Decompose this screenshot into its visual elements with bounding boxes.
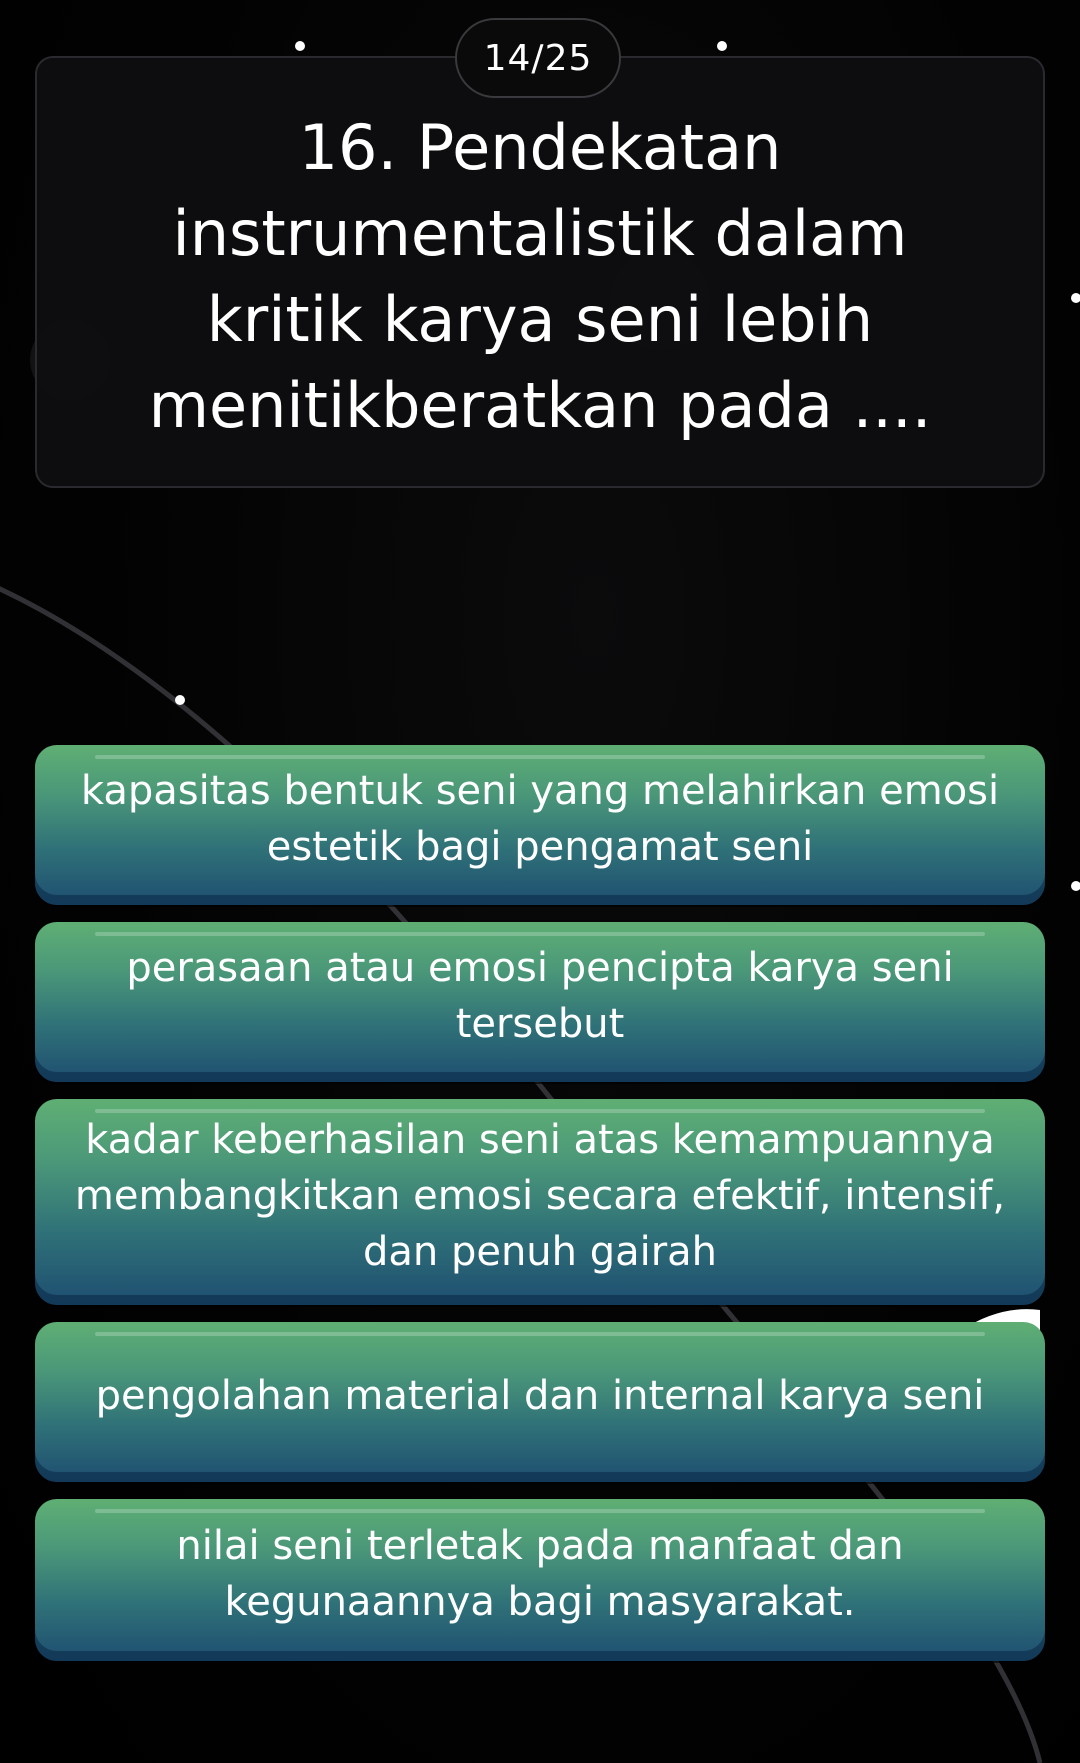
- question-text: 16. Pendekatan instrumentalistik dalam k…: [148, 111, 932, 442]
- answer-option-label: kadar keberhasilan seni atas kemampuanny…: [74, 1117, 1006, 1275]
- answer-option-2[interactable]: perasaan atau emosi pencipta karya seni …: [35, 922, 1045, 1082]
- star-dot: [1071, 881, 1080, 891]
- star-dot: [295, 41, 305, 51]
- answer-option-3[interactable]: kadar keberhasilan seni atas kemampuanny…: [35, 1099, 1045, 1305]
- star-dot: [175, 695, 185, 705]
- question-counter-label: 14/25: [483, 37, 593, 79]
- quiz-screen: 14/25 16. Pendekatan instrumentalistik d…: [0, 0, 1080, 1763]
- answer-option-label: kapasitas bentuk seni yang melahirkan em…: [80, 768, 1000, 870]
- star-dot: [1071, 293, 1080, 303]
- question-counter: 14/25: [455, 18, 621, 98]
- answer-option-1[interactable]: kapasitas bentuk seni yang melahirkan em…: [35, 745, 1045, 905]
- answer-option-label: perasaan atau emosi pencipta karya seni …: [126, 945, 954, 1047]
- answer-list: kapasitas bentuk seni yang melahirkan em…: [35, 745, 1045, 1678]
- question-card: 16. Pendekatan instrumentalistik dalam k…: [35, 56, 1045, 488]
- answer-option-4[interactable]: pengolahan material dan internal karya s…: [35, 1322, 1045, 1482]
- answer-option-label: pengolahan material dan internal karya s…: [95, 1373, 985, 1419]
- star-dot: [717, 41, 727, 51]
- answer-option-5[interactable]: nilai seni terletak pada manfaat dan keg…: [35, 1499, 1045, 1661]
- answer-option-label: nilai seni terletak pada manfaat dan keg…: [176, 1523, 904, 1625]
